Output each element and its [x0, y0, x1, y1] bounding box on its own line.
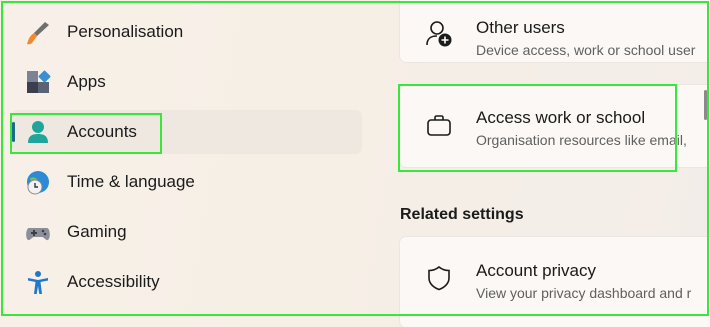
apps-icon: [25, 70, 51, 96]
sidebar-item-time-language[interactable]: Time & language: [12, 160, 362, 204]
sidebar-item-personalisation[interactable]: Personalisation: [12, 10, 362, 54]
sidebar-item-accessibility[interactable]: Accessibility: [12, 260, 362, 304]
gamepad-icon: [25, 220, 51, 246]
sidebar-item-label: Apps: [67, 72, 106, 91]
sidebar-item-label: Gaming: [67, 222, 127, 241]
sidebar-item-gaming[interactable]: Gaming: [12, 210, 362, 254]
card-subtitle: Device access, work or school user: [476, 42, 696, 58]
highlight-box-access-work-school: [398, 84, 677, 172]
sidebar-item-label: Accessibility: [67, 272, 160, 291]
add-user-icon: [425, 20, 453, 48]
sidebar-item-apps[interactable]: Apps: [12, 60, 362, 104]
card-subtitle: View your privacy dashboard and r: [476, 285, 692, 301]
card-other-users[interactable]: Other users Device access, work or schoo…: [400, 0, 710, 62]
brush-icon: [25, 20, 51, 46]
card-account-privacy[interactable]: Account privacy View your privacy dashbo…: [400, 237, 710, 327]
section-title-related-settings: Related settings: [400, 206, 524, 223]
globe-clock-icon: [25, 170, 51, 196]
scrollbar[interactable]: [704, 90, 707, 120]
card-title: Other users: [476, 18, 565, 37]
shield-icon: [425, 264, 453, 292]
accessibility-icon: [25, 270, 51, 296]
card-title: Account privacy: [476, 261, 596, 280]
sidebar-item-label: Personalisation: [67, 22, 184, 41]
highlight-box-accounts: [10, 113, 162, 154]
sidebar-item-label: Time & language: [67, 172, 195, 191]
